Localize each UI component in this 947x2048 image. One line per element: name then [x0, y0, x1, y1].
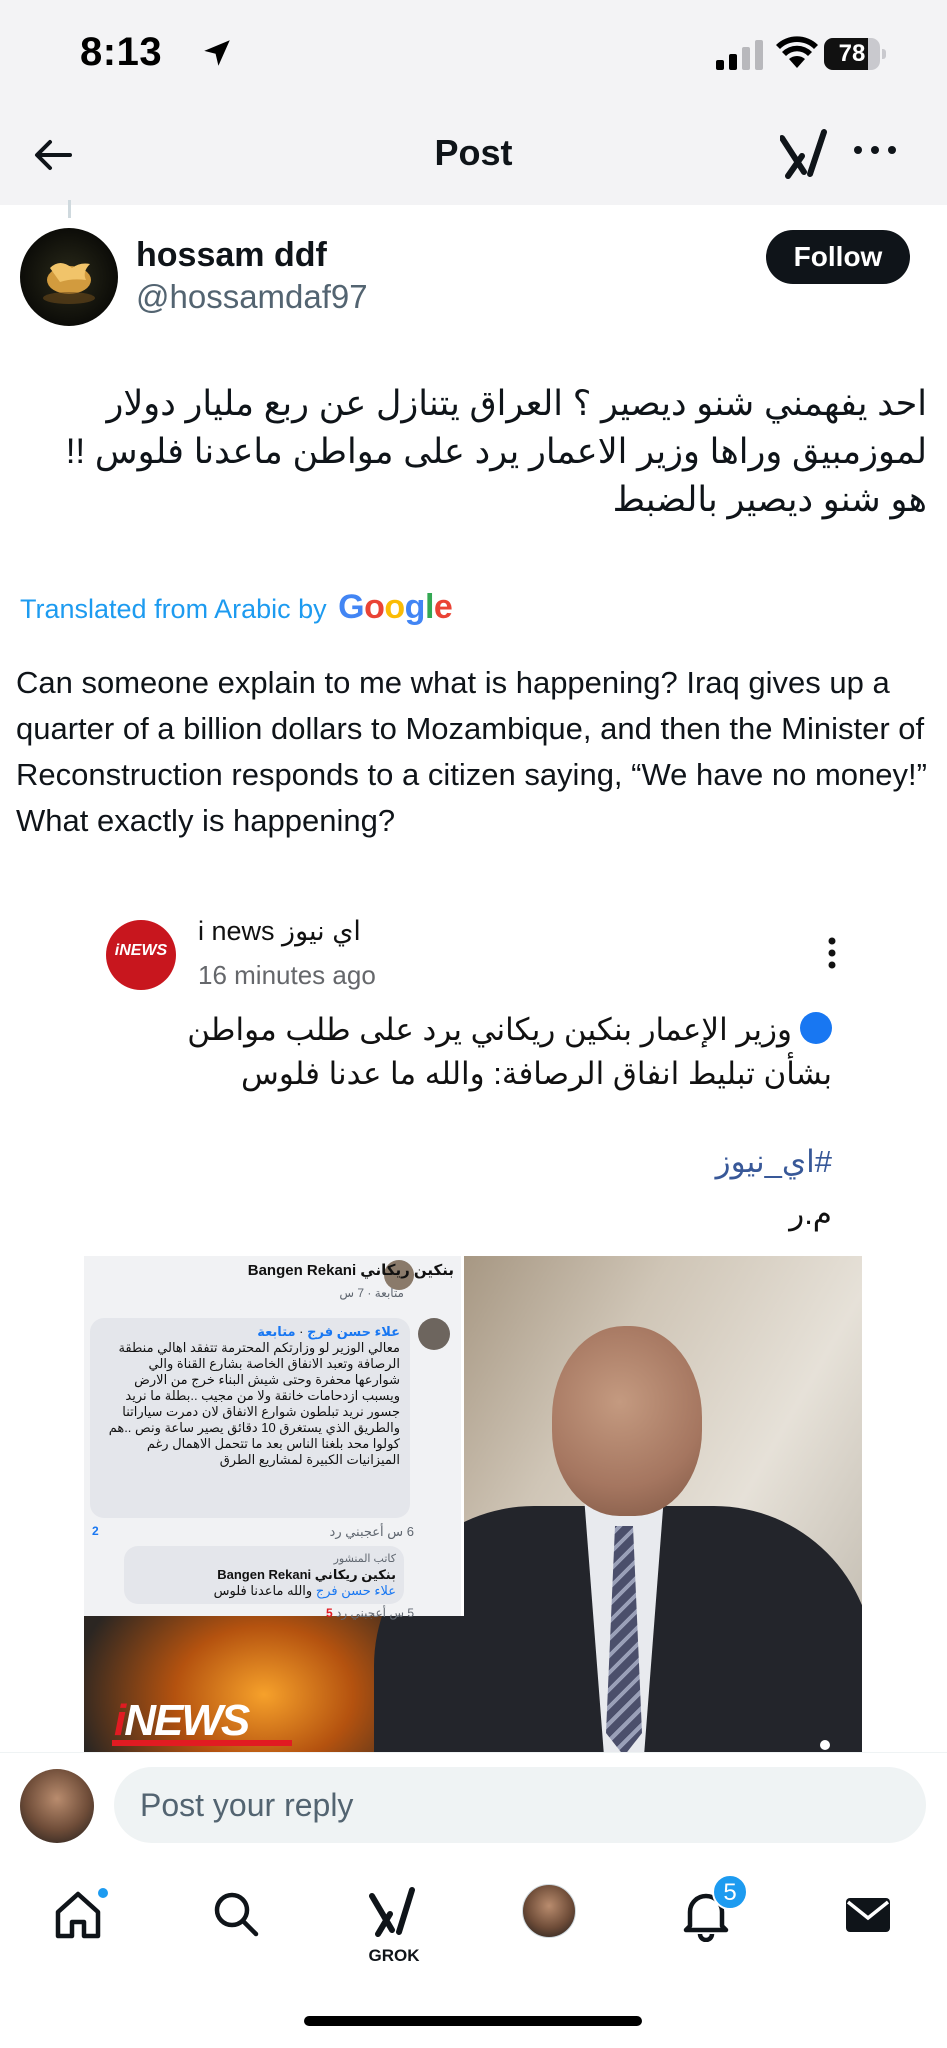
- tab-profile[interactable]: [510, 1878, 590, 1958]
- tab-search[interactable]: [196, 1878, 276, 1958]
- media-page-indicator: [820, 1740, 830, 1750]
- home-indicator: [304, 2016, 642, 2026]
- embedded-comment-screenshot: بنكين ريكاني Bangen Rekani متابعة · 7 س …: [84, 1256, 464, 1620]
- google-logo-letter: g: [404, 588, 426, 626]
- status-bar: 8:13 78: [0, 0, 947, 110]
- reply-author: بنكين ريكاني Bangen Rekani: [217, 1567, 396, 1582]
- notifications-badge: 5: [712, 1874, 748, 1910]
- quoted-avatar[interactable]: iNEWS: [106, 920, 176, 990]
- post-text-translated: Can someone explain to me what is happen…: [16, 665, 927, 838]
- mail-icon: [846, 1898, 890, 1932]
- bottom-tab-bar: GROK 5: [0, 1862, 947, 2048]
- comment-avatar: [418, 1318, 450, 1350]
- comment-bubble: علاء حسن فرج · متابعة معالي الوزير لو وز…: [90, 1318, 410, 1518]
- grok-icon: [369, 1887, 415, 1937]
- screenshot-follow: متابعة: [374, 1286, 404, 1300]
- author-name[interactable]: hossam ddf: [136, 236, 327, 275]
- google-logo: Google: [338, 588, 453, 626]
- post-header: Post: [0, 110, 947, 205]
- comment-author: علاء حسن فرج: [307, 1324, 400, 1339]
- reply-text: والله ماعدنا فلوس: [213, 1583, 313, 1598]
- translation-attribution[interactable]: Translated from Arabic by Google: [20, 588, 453, 627]
- blue-circle-icon: [800, 1012, 832, 1044]
- reply-bubble: كاتب المنشور بنكين ريكاني Bangen Rekani …: [124, 1546, 404, 1604]
- follow-button[interactable]: Follow: [766, 230, 910, 284]
- quoted-body: وزير الإعمار بنكين ريكاني يرد على طلب مو…: [120, 1008, 832, 1096]
- reply-bar: [0, 1752, 947, 1862]
- tab-notifications[interactable]: 5: [666, 1874, 748, 1958]
- quoted-more-options-icon[interactable]: [822, 936, 842, 970]
- google-logo-letter: o: [384, 588, 405, 626]
- quoted-author-name[interactable]: i news اي نيوز: [198, 916, 361, 947]
- post-media-image[interactable]: بنكين ريكاني Bangen Rekani متابعة · 7 س …: [84, 1256, 862, 1754]
- translated-label: Translated from Arabic by: [20, 594, 327, 624]
- comment-follow: متابعة: [257, 1324, 296, 1339]
- avatar-bird-icon: [43, 263, 95, 304]
- post-text-original: احد يفهمني شنو ديصير ؟ العراق يتنازل عن …: [65, 384, 927, 519]
- quoted-hashtag[interactable]: #اي_نيوز: [120, 1144, 832, 1180]
- author-handle[interactable]: @hossamdaf97: [136, 278, 368, 316]
- home-unread-dot: [96, 1886, 110, 1900]
- google-logo-letter: G: [338, 588, 365, 626]
- profile-avatar: [522, 1884, 576, 1938]
- screenshot-title: بنكين ريكاني Bangen Rekani: [247, 1262, 454, 1279]
- status-time: 8:13: [80, 30, 163, 74]
- more-options-icon[interactable]: [850, 140, 900, 160]
- screenshot-subline: متابعة · 7 س: [339, 1286, 404, 1300]
- tab-home[interactable]: [38, 1878, 118, 1958]
- reply-label: كاتب المنشور: [333, 1553, 396, 1565]
- reply-like-count: 5: [326, 1606, 333, 1620]
- battery-indicator: 78: [824, 38, 886, 70]
- inews-logo: iNEWS: [114, 1696, 250, 1745]
- location-arrow-icon: [204, 40, 230, 66]
- thread-connector: [68, 200, 71, 218]
- screenshot-time: 7 س: [339, 1286, 365, 1300]
- author-avatar[interactable]: [20, 228, 118, 326]
- wifi-icon: [776, 36, 818, 68]
- comment-text: معالي الوزير لو وزارتكم المحترمة تتفقد ا…: [108, 1340, 400, 1467]
- reply-tag: علاء حسن فرج: [315, 1583, 396, 1598]
- person-head: [552, 1326, 702, 1516]
- reply-meta: 5 س أعجبني رد 5: [326, 1606, 414, 1620]
- quoted-signature: م.ر: [789, 1196, 832, 1231]
- tab-messages[interactable]: [828, 1878, 908, 1958]
- cellular-signal-icon: [716, 40, 763, 70]
- search-icon: [214, 1892, 259, 1937]
- tab-grok[interactable]: GROK: [354, 1878, 434, 1965]
- quoted-body-text: وزير الإعمار بنكين ريكاني يرد على طلب مو…: [187, 1012, 832, 1091]
- grok-icon[interactable]: [780, 128, 830, 184]
- quoted-avatar-logo: iNEWS: [114, 942, 168, 959]
- comment-meta: 6 س أعجبني رد: [329, 1524, 414, 1539]
- grok-label: GROK: [368, 1946, 420, 1965]
- battery-percent: 78: [838, 40, 866, 67]
- reply-input[interactable]: [114, 1767, 926, 1843]
- google-logo-letter: o: [364, 588, 385, 626]
- quoted-timestamp: 16 minutes ago: [198, 960, 376, 990]
- google-logo-letter: e: [433, 588, 453, 626]
- current-user-avatar[interactable]: [20, 1769, 94, 1843]
- google-logo-letter: l: [424, 588, 434, 626]
